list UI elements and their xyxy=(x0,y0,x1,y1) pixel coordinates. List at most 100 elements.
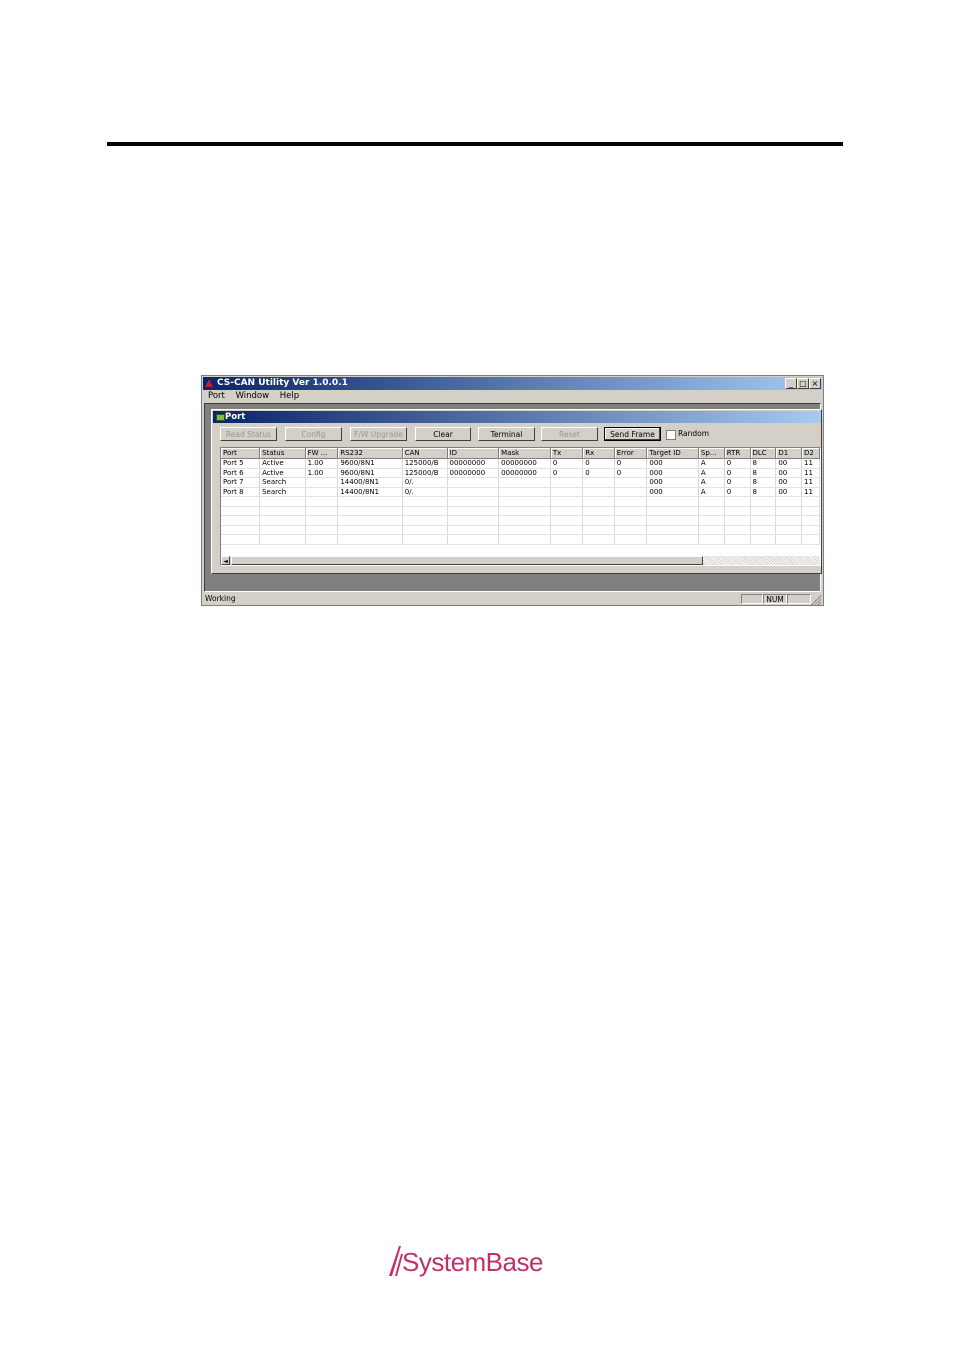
table-cell: 0 xyxy=(724,468,751,478)
table-cell xyxy=(337,534,403,545)
clear-button[interactable]: Clear xyxy=(415,427,471,441)
table-cell xyxy=(646,515,699,526)
table-cell xyxy=(614,477,648,488)
table-row[interactable] xyxy=(221,525,820,535)
table-cell xyxy=(221,525,261,535)
table-cell xyxy=(402,525,448,535)
table-cell xyxy=(402,506,448,516)
table-cell: 0 xyxy=(724,458,751,469)
column-header[interactable]: Status xyxy=(259,448,306,459)
reset-button[interactable]: Reset xyxy=(541,427,598,441)
table-cell: Port 5 xyxy=(221,458,261,469)
table-cell: 8 xyxy=(750,477,777,488)
table-cell: Port 6 xyxy=(221,468,261,478)
table-cell: 9600/8N1 xyxy=(337,468,403,478)
table-row[interactable]: Port 5 Active 1.00 9600/8N1 125000/B 00000000… xyxy=(221,458,820,469)
table-cell xyxy=(337,506,403,516)
column-header[interactable]: DLC xyxy=(750,448,777,459)
table-cell: A xyxy=(698,458,725,469)
table-cell: 0 xyxy=(550,468,584,478)
table-cell xyxy=(614,534,648,545)
status-panel-scroll xyxy=(787,594,811,604)
scrollbar-track[interactable] xyxy=(703,556,820,565)
column-header[interactable]: Target ID xyxy=(646,448,699,459)
table-cell: 000 xyxy=(646,487,699,497)
table-row[interactable] xyxy=(221,515,820,526)
column-header[interactable]: FW ... xyxy=(305,448,339,459)
menu-port[interactable]: Port xyxy=(208,390,225,402)
table-cell: 000 xyxy=(646,458,699,469)
table-row[interactable] xyxy=(221,506,820,516)
column-header[interactable]: D2 xyxy=(801,448,820,459)
table-cell xyxy=(498,477,551,488)
send-frame-button[interactable]: Send Frame xyxy=(604,427,661,441)
table-cell xyxy=(646,496,699,507)
column-header[interactable]: RS232 xyxy=(337,448,403,459)
table-cell xyxy=(614,515,648,526)
column-header[interactable]: Sp... xyxy=(698,448,725,459)
table-cell xyxy=(775,515,802,526)
table-cell xyxy=(498,506,551,516)
table-cell xyxy=(750,496,777,507)
table-cell xyxy=(221,506,261,516)
title-bar[interactable]: CS-CAN Utility Ver 1.0.0.1 _ □ × xyxy=(203,377,822,390)
table-cell xyxy=(775,534,802,545)
minimize-button[interactable]: _ xyxy=(785,378,797,389)
column-header[interactable]: RTR xyxy=(724,448,751,459)
table-cell xyxy=(698,506,725,516)
table-cell: 1.00 xyxy=(305,468,339,478)
menu-help[interactable]: Help xyxy=(280,390,299,402)
mdi-client-area: Port Read Status Config F/W Upgrade Clea… xyxy=(204,403,822,592)
table-cell: 00 xyxy=(775,477,802,488)
fw-upgrade-button[interactable]: F/W Upgrade xyxy=(350,427,407,441)
table-cell xyxy=(750,506,777,516)
config-button[interactable]: Config xyxy=(285,427,342,441)
table-cell xyxy=(498,525,551,535)
child-title-bar[interactable]: Port xyxy=(213,411,821,423)
table-cell xyxy=(801,515,820,526)
column-header[interactable]: Mask xyxy=(498,448,551,459)
table-cell xyxy=(259,515,306,526)
horizontal-scrollbar[interactable]: ◄ xyxy=(221,556,820,565)
table-cell: 11 xyxy=(801,468,820,478)
table-cell xyxy=(614,487,648,497)
random-checkbox[interactable] xyxy=(666,430,676,440)
table-cell xyxy=(724,525,751,535)
maximize-button[interactable]: □ xyxy=(797,378,809,389)
table-row[interactable] xyxy=(221,534,820,545)
scrollbar-thumb[interactable] xyxy=(231,556,703,565)
table-cell xyxy=(801,534,820,545)
table-row[interactable] xyxy=(221,496,820,507)
table-cell: 0 xyxy=(724,487,751,497)
port-grid[interactable]: Port Status FW ... RS232 CAN ID Mask Tx Rx Error T… xyxy=(220,447,821,566)
scroll-left-arrow-icon[interactable]: ◄ xyxy=(221,556,230,565)
table-cell xyxy=(447,487,500,497)
read-status-button[interactable]: Read Status xyxy=(220,427,277,441)
table-cell: 00 xyxy=(775,487,802,497)
column-header[interactable]: Rx xyxy=(582,448,615,459)
resize-grip-icon[interactable] xyxy=(811,595,821,605)
table-cell xyxy=(305,506,339,516)
table-cell: Active xyxy=(259,458,306,469)
app-window: CS-CAN Utility Ver 1.0.0.1 _ □ × Port Wi… xyxy=(201,375,824,606)
column-header[interactable]: Error xyxy=(614,448,648,459)
table-cell xyxy=(582,477,615,488)
table-cell xyxy=(259,496,306,507)
table-cell xyxy=(775,496,802,507)
close-button[interactable]: × xyxy=(809,378,821,389)
table-cell xyxy=(775,525,802,535)
menu-window[interactable]: Window xyxy=(236,390,270,402)
table-cell xyxy=(550,534,584,545)
table-row[interactable]: Port 7 Search 14400/8N1 0/. 000 A 0 8 00 11 xyxy=(221,477,820,488)
column-header[interactable]: Tx xyxy=(550,448,584,459)
column-header[interactable]: CAN xyxy=(402,448,448,459)
table-row[interactable]: Port 8 Search 14400/8N1 0/. 000 A 0 8 00 11 xyxy=(221,487,820,497)
column-header[interactable]: ID xyxy=(447,448,500,459)
table-cell xyxy=(447,496,500,507)
table-row[interactable]: Port 6 Active 1.00 9600/8N1 125000/B 00000000… xyxy=(221,468,820,478)
table-cell xyxy=(582,534,615,545)
table-cell: Search xyxy=(259,487,306,497)
terminal-button[interactable]: Terminal xyxy=(478,427,535,441)
column-header[interactable]: D1 xyxy=(775,448,802,459)
column-header[interactable]: Port xyxy=(221,448,261,459)
